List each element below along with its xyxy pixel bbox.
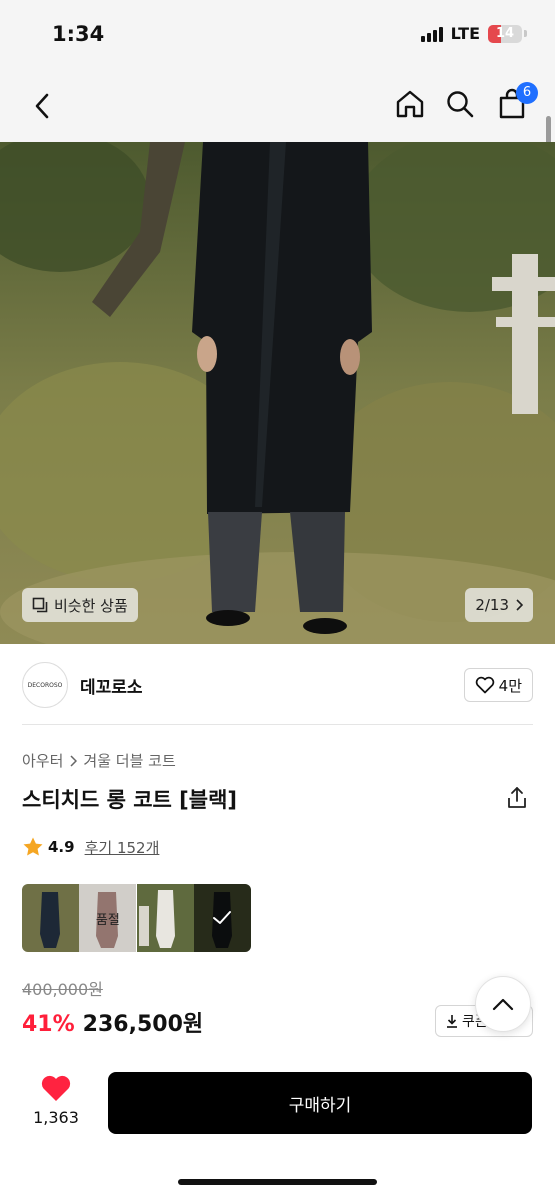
heart-outline-icon [475,676,494,694]
chevron-left-icon [35,93,49,119]
status-time: 1:34 [52,22,105,46]
share-icon [508,787,526,808]
similar-products-button[interactable]: 비슷한 상품 [22,588,138,622]
scroll-to-top-button[interactable] [475,976,531,1032]
battery-level: 14 [495,25,515,41]
network-label: LTE [450,24,480,43]
check-icon [213,911,232,924]
color-option-navy[interactable] [22,884,79,952]
image-page-indicator[interactable]: 2/13 [465,588,533,622]
color-option-brown[interactable]: 품절 [79,884,137,952]
brand-row: DECOROSO 데꼬로소 4만 [22,660,533,710]
brand-like-button[interactable]: 4만 [463,668,533,702]
product-photo [0,142,555,644]
brand-like-count: 4만 [498,676,522,695]
buy-button[interactable]: 구매하기 [108,1072,532,1134]
cart-button[interactable]: 6 [494,82,538,122]
color-option-ivory[interactable] [136,884,194,952]
status-icons: LTE 14 [420,24,527,43]
color-options: 품절 [22,884,251,952]
breadcrumb: 아우터 겨울 더블 코트 [22,750,176,771]
wishlist-count: 1,363 [33,1108,79,1127]
share-button[interactable] [503,784,531,812]
page-indicator-text: 2/13 [475,596,509,614]
color-option-black[interactable] [193,884,251,952]
breadcrumb-item[interactable]: 겨울 더블 코트 [83,750,175,771]
brand-name[interactable]: 데꼬로소 [80,673,143,698]
product-image-carousel[interactable]: 비슷한 상품 2/13 [0,142,555,644]
star-icon [23,837,43,856]
nav-bar: 6 [0,70,555,142]
status-bar: 1:34 LTE 14 [0,0,555,70]
product-title: 스티치드 롱 코트 [블랙] [22,788,238,812]
review-link[interactable]: 후기 152개 [85,837,160,858]
brand-logo[interactable]: DECOROSO [22,662,68,708]
download-icon [447,1015,457,1028]
battery-icon: 14 [488,24,522,43]
search-button[interactable] [442,86,478,122]
home-icon [396,90,424,118]
sold-out-overlay: 품절 [79,884,137,952]
thumb-image [136,884,194,952]
rating-score: 4.9 [48,838,75,856]
breadcrumb-item[interactable]: 아우터 [22,750,63,771]
final-price: 236,500원 [82,1012,204,1037]
original-price: 400,000원 [22,980,103,999]
chevron-up-icon [492,998,514,1011]
price-row: 41% 236,500원 [22,1006,203,1038]
search-icon [447,91,474,118]
chevron-right-icon [516,599,523,611]
sold-out-label: 품절 [95,912,120,928]
similar-products-label: 비슷한 상품 [54,596,128,615]
copy-icon [32,597,48,613]
selected-overlay [193,884,251,952]
home-indicator [178,1179,377,1185]
battery-cap [524,30,527,37]
rating-row: 4.9 후기 152개 [22,836,159,858]
discount-rate: 41% [22,1012,75,1037]
divider [22,724,533,725]
thumb-image [22,884,79,952]
back-button[interactable] [24,88,60,124]
signal-icon [420,26,443,42]
cart-badge: 6 [516,82,538,104]
wishlist-button[interactable]: 1,363 [26,1074,86,1127]
home-button[interactable] [392,86,428,122]
heart-filled-icon [41,1075,71,1101]
chevron-right-icon [70,754,78,767]
